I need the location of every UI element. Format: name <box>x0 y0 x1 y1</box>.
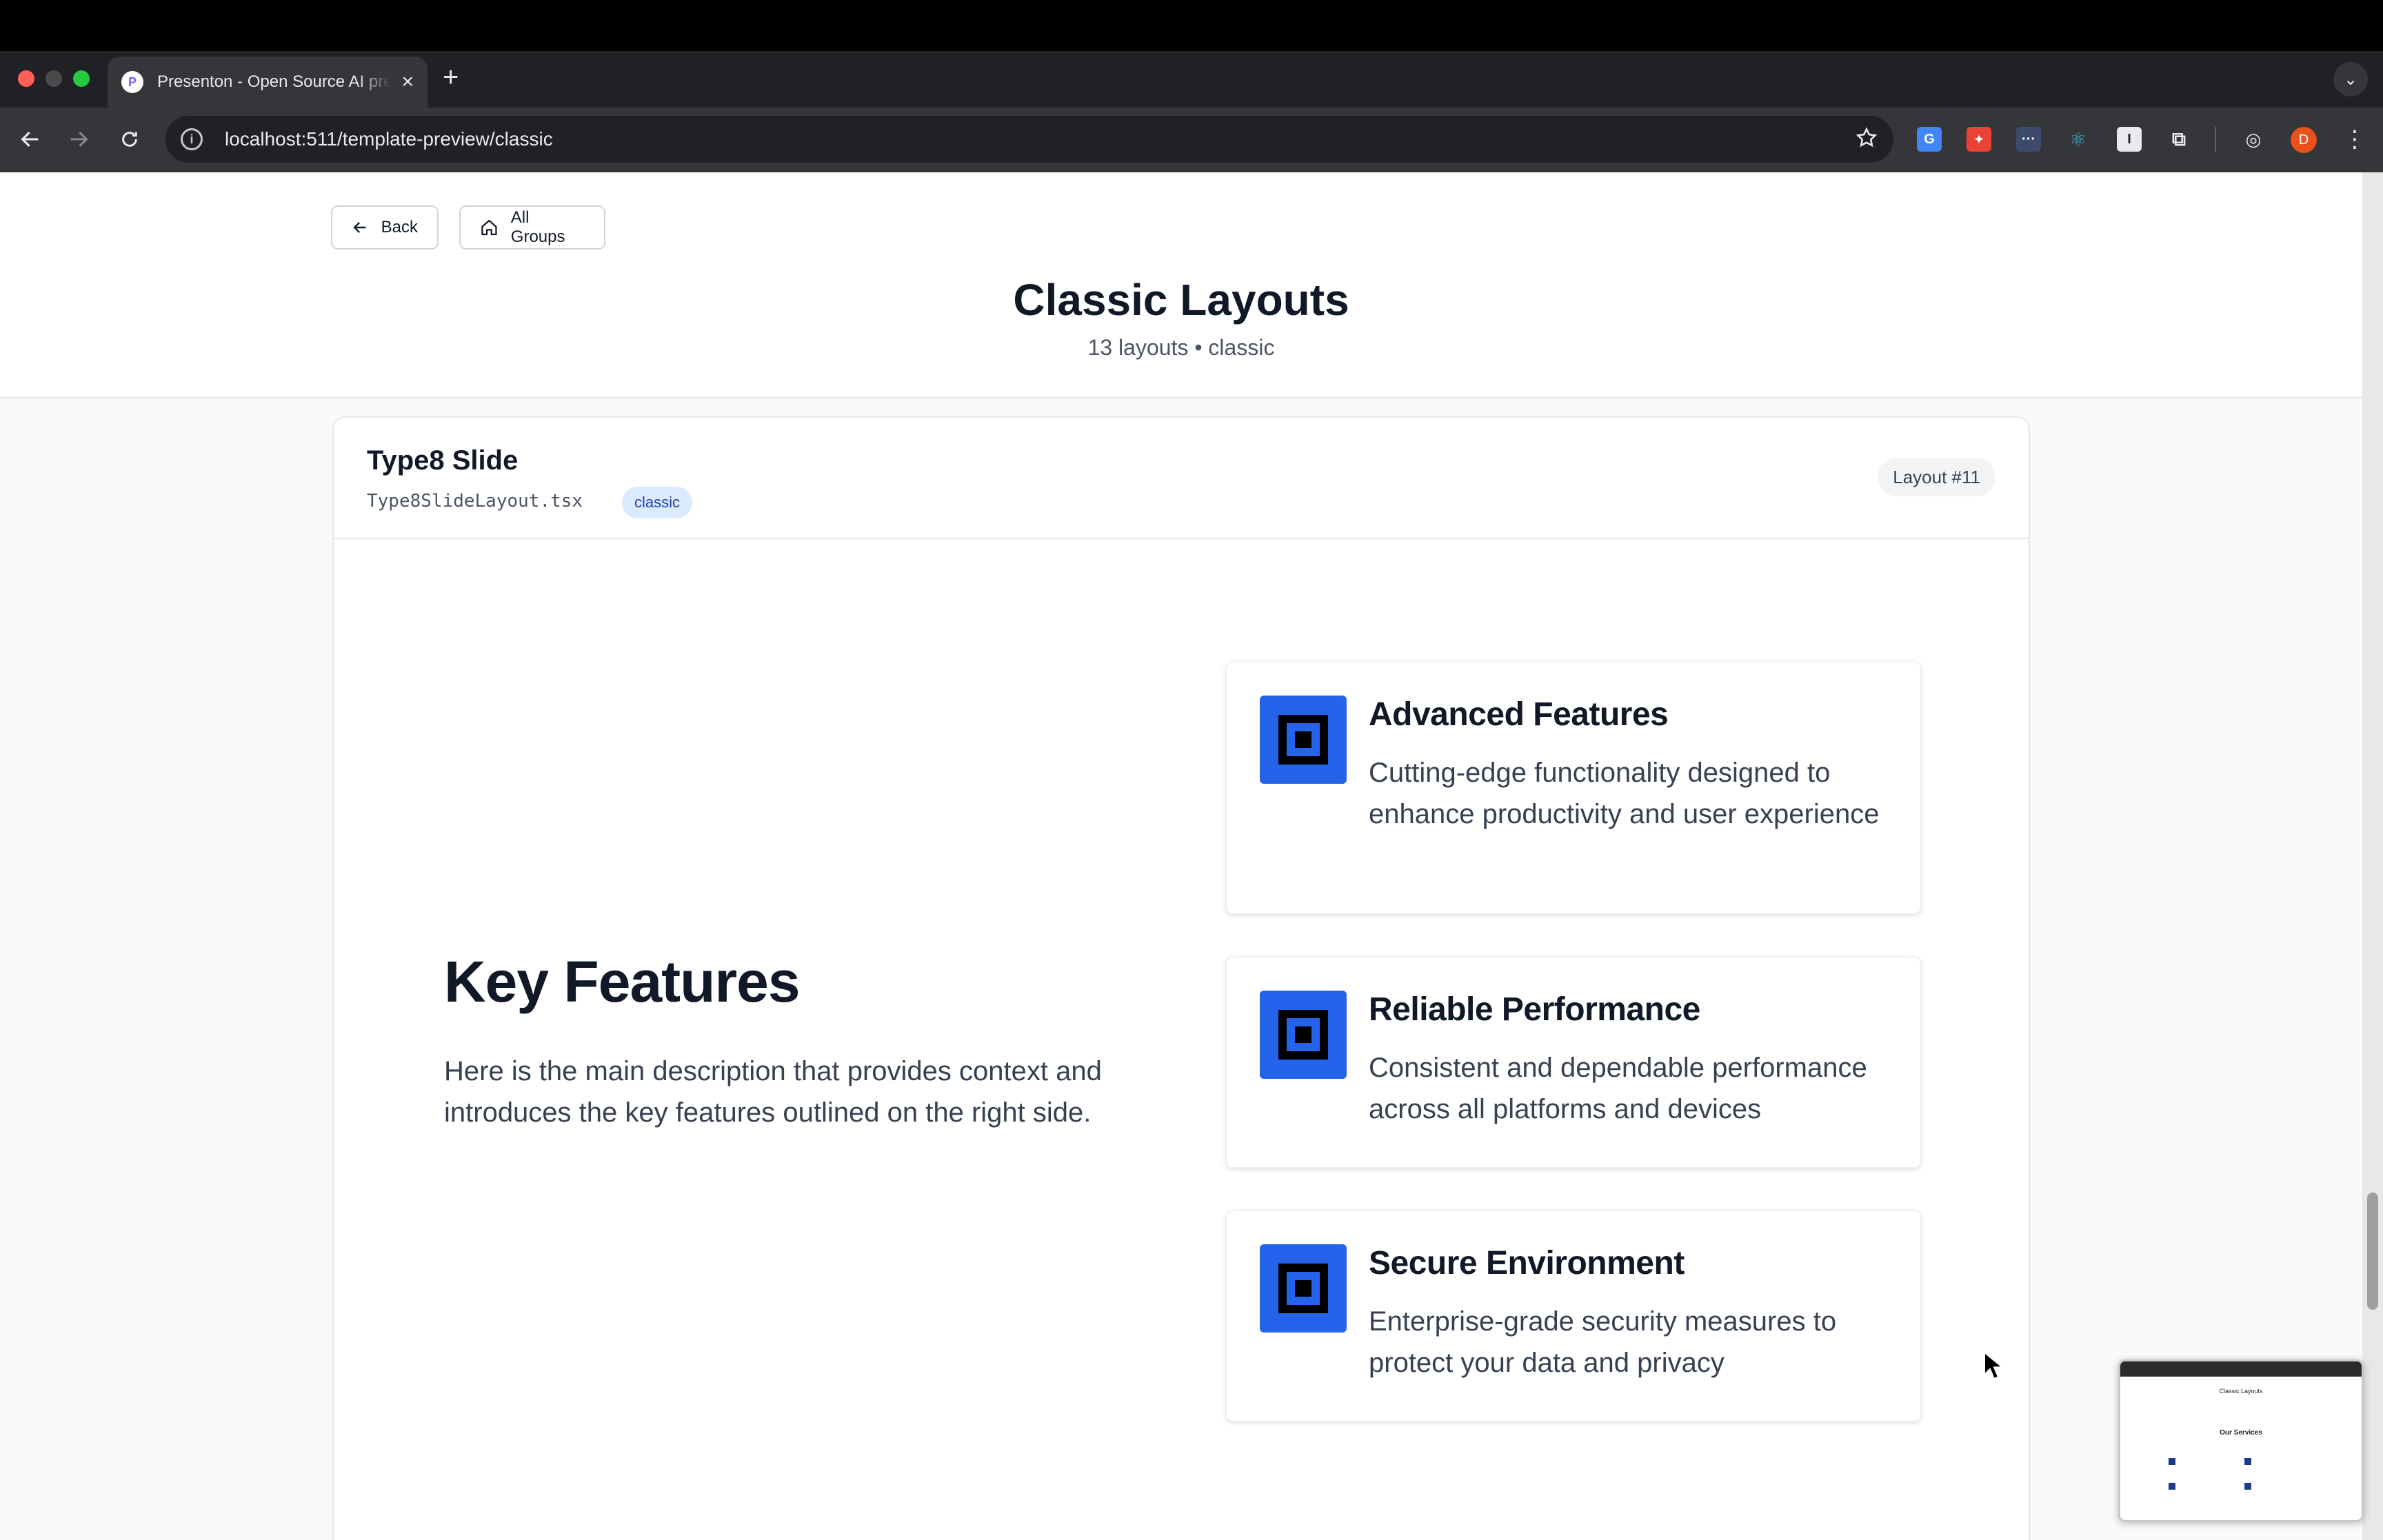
feature-title: Secure Environment <box>1369 1245 1685 1281</box>
all-groups-button[interactable]: All Groups <box>459 205 605 250</box>
feature-description: Enterprise-grade security measures to pr… <box>1369 1306 1837 1378</box>
layout-name: Type8 Slide <box>367 445 519 476</box>
react-devtools-extension-icon[interactable]: ⚛ <box>2066 127 2091 152</box>
macos-menu-area <box>0 0 2383 51</box>
page-subtitle: 13 layouts • classic <box>1087 335 1275 360</box>
thumbnail-square-icon <box>2169 1458 2175 1465</box>
layout-group-badge: classic <box>622 487 693 518</box>
rocket-extension-icon[interactable]: ✦ <box>1967 127 1991 152</box>
address-bar[interactable]: i localhost:511/template-preview/classic <box>165 116 1893 163</box>
square-stop-icon <box>1260 696 1347 784</box>
browser-tab-active[interactable]: P Presenton - Open Source AI presentatio… <box>108 57 428 108</box>
layout-filename: Type8SlideLayout.tsx <box>367 491 583 511</box>
site-info-icon[interactable]: i <box>181 128 203 150</box>
home-icon <box>481 219 497 236</box>
feature-description: Cutting-edge functionality designed to e… <box>1369 758 1880 829</box>
feature-card: Advanced Features Cutting-edge functiona… <box>1226 662 1921 914</box>
tab-search-chevron-icon[interactable]: ⌄ <box>2333 62 2368 97</box>
slide-heading: Key Features <box>444 949 801 1014</box>
reload-icon[interactable] <box>112 121 148 157</box>
all-groups-label: All Groups <box>510 208 565 246</box>
layout-number-badge: Layout #11 <box>1878 458 1995 496</box>
browser-menu-icon[interactable]: ⋮ <box>2343 125 2366 153</box>
thumbnail-square-icon <box>2244 1483 2251 1490</box>
feature-description: Consistent and dependable performance ac… <box>1369 1053 1867 1124</box>
performance-icon[interactable]: ◎ <box>2241 127 2266 152</box>
page-scrollbar[interactable] <box>2362 172 2383 1540</box>
password-extension-icon[interactable]: ··· <box>2016 127 2041 152</box>
forward-arrow-icon[interactable] <box>61 121 97 157</box>
close-window-button[interactable] <box>18 70 34 87</box>
feature-title: Advanced Features <box>1369 696 1669 733</box>
page-viewport: Back All Groups Classic Layouts 13 layou… <box>0 172 2362 1540</box>
presenton-favicon-icon: P <box>121 71 143 93</box>
tab-close-icon[interactable]: × <box>401 72 414 92</box>
thumbnail-square-icon <box>2169 1483 2175 1490</box>
thumbnail-title: Classic Layouts <box>2219 1388 2263 1395</box>
new-tab-plus-icon[interactable]: + <box>443 63 459 91</box>
back-arrow-icon[interactable] <box>12 121 48 157</box>
toolbar-divider <box>2215 127 2216 152</box>
text-extension-icon[interactable]: I <box>2117 127 2142 152</box>
screenshot-thumbnail[interactable]: Classic Layouts Our Services <box>2118 1359 2364 1522</box>
back-button[interactable]: Back <box>331 205 439 250</box>
slide-description: Here is the main description that provid… <box>444 1056 1102 1128</box>
square-stop-icon <box>1260 991 1347 1079</box>
slide-preview: Key Features Here is the main descriptio… <box>334 540 2029 1540</box>
feature-card: Secure Environment Enterprise-grade secu… <box>1226 1210 1921 1421</box>
arrow-left-icon <box>353 221 366 234</box>
page-header: Back All Groups Classic Layouts 13 layou… <box>0 172 2362 398</box>
feature-card: Reliable Performance Consistent and depe… <box>1226 957 1921 1168</box>
layout-preview-card: Type8 Slide Type8SlideLayout.tsx classic… <box>332 416 2030 1540</box>
layout-card-header: Type8 Slide Type8SlideLayout.tsx classic… <box>334 418 2029 539</box>
thumbnail-square-icon <box>2244 1458 2251 1465</box>
thumbnail-heading: Our Services <box>2220 1429 2262 1437</box>
mouse-cursor-icon <box>1984 1351 2004 1380</box>
extensions-puzzle-icon[interactable]: ⧉ <box>2166 127 2191 152</box>
address-url[interactable]: localhost:511/template-preview/classic <box>225 128 553 150</box>
minimize-window-button[interactable] <box>46 70 62 87</box>
bookmark-star-icon[interactable] <box>1855 126 1878 153</box>
translate-extension-icon[interactable]: G <box>1917 127 1942 152</box>
back-button-label: Back <box>381 218 418 236</box>
page-title: Classic Layouts <box>1013 275 1349 325</box>
scrollbar-thumb[interactable] <box>2367 1193 2378 1310</box>
tab-title: Presenton - Open Source AI presentation … <box>157 72 392 91</box>
maximize-window-button[interactable] <box>73 70 90 87</box>
feature-title: Reliable Performance <box>1369 991 1700 1028</box>
profile-avatar[interactable]: D <box>2291 127 2317 153</box>
square-stop-icon <box>1260 1244 1347 1333</box>
